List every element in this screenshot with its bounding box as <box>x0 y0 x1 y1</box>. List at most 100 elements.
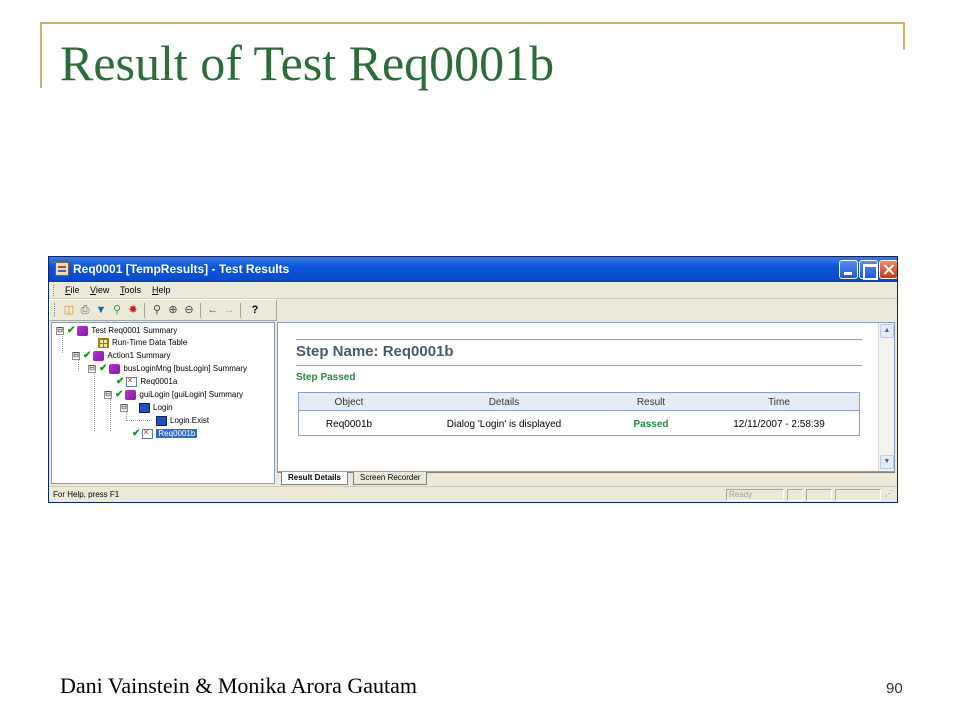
tree-item-login[interactable]: ⊟ Login <box>120 401 173 414</box>
menu-bar: File View Tools Help <box>49 282 897 299</box>
collapse-icon[interactable]: ⊟ <box>56 326 64 335</box>
status-panel <box>835 489 881 501</box>
check-icon: ✔ <box>115 389 124 400</box>
summary-icon <box>109 363 121 374</box>
cell-result: Passed <box>633 419 669 430</box>
step-rule-bottom <box>296 365 862 366</box>
test-results-window: Req0001 [TempResults] - Test Results Fil… <box>48 256 898 503</box>
step-status: Step Passed <box>296 372 356 383</box>
window-title: Req0001 [TempResults] - Test Results <box>73 262 290 276</box>
maximize-button[interactable] <box>859 260 878 280</box>
results-tree: ⊟ ✔ Test Req0001 Summary Run-Time Data T… <box>51 322 275 484</box>
check-icon: ✔ <box>132 428 141 439</box>
zoom-out-icon[interactable]: ⊖ <box>182 303 196 317</box>
print-icon[interactable]: ⎙ <box>78 303 92 317</box>
tree-item-label: Login <box>153 403 173 412</box>
summary-icon <box>93 350 105 361</box>
resize-grip-icon[interactable]: ⋰ <box>883 489 895 501</box>
column-header-time: Time <box>768 397 790 408</box>
open-icon[interactable]: ◫ <box>62 303 76 317</box>
table-icon <box>98 337 109 348</box>
step-rule-top <box>296 339 862 340</box>
step-icon <box>142 427 154 439</box>
page-number: 90 <box>886 680 903 697</box>
result-table: Object Details Result Time Req0001b Dial… <box>298 392 860 436</box>
back-icon[interactable]: ← <box>206 303 220 317</box>
collapse-icon[interactable]: ⊟ <box>120 403 128 412</box>
bug-icon[interactable]: ✸ <box>126 303 140 317</box>
object-icon <box>156 415 167 426</box>
check-icon: ✔ <box>83 350 92 361</box>
slide-top-rule <box>40 22 904 24</box>
tree-connector <box>126 420 152 421</box>
status-text: For Help, press F1 <box>53 490 120 499</box>
toolbar-separator <box>144 303 145 318</box>
menu-file[interactable]: File <box>65 285 80 295</box>
scroll-up-icon[interactable]: ▲ <box>880 324 894 338</box>
toolbar-grip <box>54 303 56 317</box>
menu-grip <box>53 285 55 296</box>
scroll-down-icon[interactable]: ▼ <box>880 455 894 469</box>
slide-title: Result of Test Req0001b <box>60 35 555 91</box>
object-icon <box>139 402 150 413</box>
tree-item-label: Action1 Summary <box>107 351 171 360</box>
status-ready: Ready <box>726 489 784 501</box>
menu-tools[interactable]: Tools <box>120 285 141 295</box>
tree-item-label: busLoginMng [busLogin] Summary <box>123 364 248 373</box>
tab-screen-recorder[interactable]: Screen Recorder <box>353 472 428 485</box>
tree-item-login-exist[interactable]: Login.Exist <box>156 414 209 427</box>
zoom-in-icon[interactable]: ⊕ <box>166 303 180 317</box>
step-icon <box>126 375 138 387</box>
filter-icon[interactable]: ▼ <box>94 303 108 317</box>
column-header-details: Details <box>488 397 520 408</box>
menu-view[interactable]: View <box>90 285 109 295</box>
check-icon: ✔ <box>67 325 76 336</box>
forward-icon[interactable]: → <box>222 303 236 317</box>
vertical-scrollbar[interactable]: ▲ ▼ <box>878 323 894 471</box>
status-panel <box>787 489 803 501</box>
tree-item-label: Run-Time Data Table <box>112 338 188 347</box>
toolbar: ◫ ⎙ ▼ ⚲ ✸ ⚲ ⊕ ⊖ ← → ? <box>49 299 277 321</box>
toolbar-separator <box>240 303 241 318</box>
cell-object: Req0001b <box>325 419 373 430</box>
check-icon: ✔ <box>99 363 108 374</box>
table-header: Object Details Result Time <box>299 393 859 411</box>
menu-help[interactable]: Help <box>152 285 171 295</box>
column-header-result: Result <box>636 397 666 408</box>
collapse-icon[interactable]: ⊟ <box>88 364 96 373</box>
toolbar-separator <box>200 303 201 318</box>
tab-result-details[interactable]: Result Details <box>281 472 348 485</box>
result-details-pane: Step Name: Req0001b Step Passed Object D… <box>277 322 895 472</box>
app-icon <box>55 262 69 276</box>
cell-details: Dialog 'Login' is displayed <box>446 419 562 430</box>
find-icon[interactable]: ⚲ <box>150 303 164 317</box>
tree-item-label: Req0001a <box>140 377 178 386</box>
tree-item-label: Req0001b <box>156 429 198 438</box>
tree-item-label: Login.Exist <box>170 416 210 425</box>
summary-icon <box>125 389 137 400</box>
tree-connector <box>110 399 111 431</box>
footer-authors: Dani Vainstein & Monika Arora Gautam <box>60 673 418 698</box>
tree-item-req0001a[interactable]: ✔ Req0001a <box>116 375 177 388</box>
slide-left-rule <box>40 22 42 88</box>
tab-strip: Result Details Screen Recorder <box>277 472 895 486</box>
tree-item-buslogin[interactable]: ⊟ ✔ busLoginMng [busLogin] Summary <box>88 362 247 375</box>
minimize-button[interactable] <box>839 260 858 279</box>
step-name: Step Name: Req0001b <box>296 343 454 360</box>
tree-item-req0001b[interactable]: ✔ Req0001b <box>132 427 198 440</box>
check-icon: ✔ <box>116 376 125 387</box>
tree-item-data-table[interactable]: Run-Time Data Table <box>98 336 187 349</box>
close-button[interactable] <box>879 260 897 279</box>
column-header-object: Object <box>334 397 364 408</box>
search-icon[interactable]: ⚲ <box>110 303 124 317</box>
status-bar: For Help, press F1 Ready ⋰ <box>49 486 897 502</box>
tree-item-label: Test Req0001 Summary <box>91 326 178 335</box>
collapse-icon[interactable]: ⊟ <box>72 351 80 360</box>
collapse-icon[interactable]: ⊟ <box>104 390 112 399</box>
tree-item-action1[interactable]: ⊟ ✔ Action1 Summary <box>72 349 171 362</box>
tree-item-guilogin[interactable]: ⊟ ✔ guiLogin [guiLogin] Summary <box>104 388 243 401</box>
help-icon[interactable]: ? <box>248 303 262 317</box>
title-bar[interactable]: Req0001 [TempResults] - Test Results <box>49 257 897 282</box>
summary-icon <box>77 325 89 336</box>
cell-time: 12/11/2007 - 2:58:39 <box>733 419 825 430</box>
